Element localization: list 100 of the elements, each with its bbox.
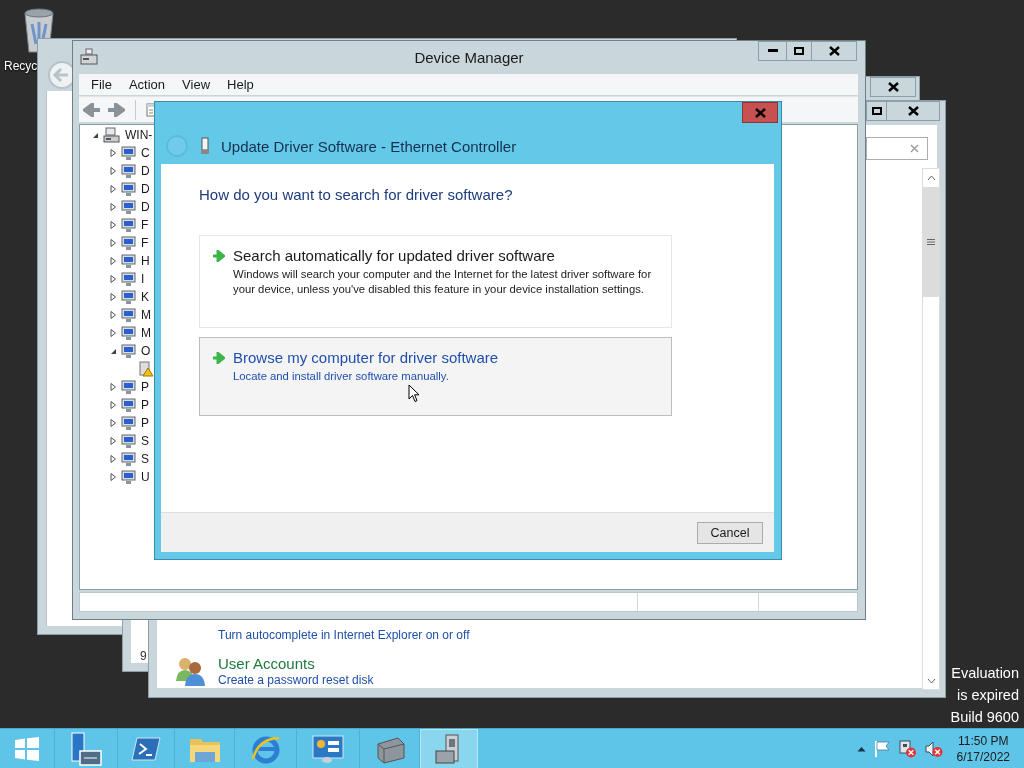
device-icon [121, 253, 136, 269]
tree-item[interactable]: F [141, 218, 149, 232]
link[interactable]: Create a password reset disk [218, 673, 470, 688]
device-icon [121, 325, 136, 341]
expand-arrow-icon[interactable] [108, 472, 118, 482]
minimize-icon [767, 49, 778, 53]
device-icon [121, 289, 136, 305]
link[interactable]: Turn autocomplete in Internet Explorer on or off [218, 628, 470, 643]
terminal-icon [131, 736, 161, 762]
expand-arrow-icon[interactable] [108, 454, 118, 464]
users-icon [174, 655, 206, 687]
menu-item[interactable]: File [85, 75, 118, 94]
computer-icon [103, 127, 120, 143]
scroll-down-icon[interactable] [926, 677, 936, 684]
expand-arrow-icon[interactable] [108, 418, 118, 428]
muted-speaker-icon[interactable] [924, 740, 943, 758]
control-panel-icon [312, 734, 344, 764]
computer-icon [80, 48, 98, 66]
tree-item[interactable]: H [141, 254, 150, 268]
option-title: Browse my computer for driver software [233, 348, 499, 368]
maximize-button[interactable] [786, 41, 812, 61]
close-icon [828, 46, 840, 56]
watermark-text: Evaluation [951, 664, 1019, 683]
tree-item[interactable]: P [141, 416, 149, 430]
tree-item[interactable]: S [141, 434, 149, 448]
expand-arrow-icon[interactable] [108, 202, 118, 212]
expand-arrow-icon[interactable] [108, 166, 118, 176]
tree-item[interactable]: P [141, 380, 149, 394]
scrollbar-thumb[interactable] [923, 187, 939, 297]
scroll-up-icon[interactable] [926, 174, 936, 181]
watermark-text: Build 9600 [950, 708, 1019, 727]
tree-item[interactable]: WIN- [125, 128, 153, 142]
expand-arrow-icon[interactable] [108, 238, 118, 248]
close-icon [887, 82, 899, 92]
menu-item[interactable]: Action [122, 75, 172, 94]
expand-arrow-icon[interactable] [108, 274, 118, 284]
option-description: Locate and install driver software manually. [233, 369, 449, 384]
expand-arrow-icon[interactable] [108, 148, 118, 158]
windows-logo-icon [14, 736, 40, 762]
maximize-icon [794, 47, 804, 55]
expand-arrow-icon[interactable] [108, 310, 118, 320]
tree-item[interactable]: C [141, 146, 150, 160]
clock-time[interactable]: 11:50 PM [958, 733, 1009, 749]
expand-arrow-icon[interactable] [108, 220, 118, 230]
forward-arrow-icon[interactable] [107, 102, 125, 117]
tree-item[interactable]: P [141, 398, 149, 412]
device-icon [121, 217, 136, 233]
tree-item[interactable]: S [141, 452, 149, 466]
clear-icon[interactable] [910, 144, 919, 153]
caret-up-icon[interactable] [856, 746, 866, 752]
maximize-button[interactable] [866, 101, 887, 121]
back-arrow-icon[interactable] [83, 102, 101, 117]
expand-arrow-icon[interactable] [108, 436, 118, 446]
close-button[interactable] [811, 41, 857, 61]
option-button[interactable]: Browse my computer for driver software Locate and install driver software manually. [199, 337, 672, 416]
close-icon [907, 106, 919, 116]
mouse-pointer-icon [408, 384, 420, 403]
device-icon [121, 163, 136, 179]
expand-arrow-icon[interactable] [108, 256, 118, 266]
window-title: Device Manager [414, 49, 524, 66]
network-error-icon[interactable] [898, 740, 917, 758]
tree-item[interactable]: M [141, 308, 151, 322]
device-icon [121, 469, 136, 485]
menu-item[interactable]: View [176, 75, 217, 94]
tree-item[interactable]: O [141, 344, 151, 358]
desktop-icon-label[interactable]: Recyc [4, 59, 38, 73]
category-link[interactable]: User Accounts [218, 655, 470, 673]
option-title: Search automatically for updated driver software [233, 246, 555, 266]
tree-item[interactable]: I [141, 272, 145, 286]
tree-item[interactable]: M [141, 326, 151, 340]
tree-item[interactable]: D [141, 164, 150, 178]
scrollbar[interactable] [922, 168, 940, 690]
device-icon [121, 397, 136, 413]
expand-arrow-icon[interactable] [108, 382, 118, 392]
minimize-button[interactable] [758, 41, 787, 61]
clock-date[interactable]: 6/17/2022 [956, 749, 1010, 765]
close-button[interactable] [886, 101, 940, 121]
server-toolbox-icon [69, 732, 103, 766]
expand-arrow-icon[interactable] [108, 400, 118, 410]
tree-item[interactable]: U [141, 470, 150, 484]
arrow-icon [212, 250, 225, 262]
option-button[interactable] [199, 235, 672, 328]
close-button[interactable] [870, 77, 916, 97]
dialog-title: Update Driver Software - Ethernet Controller [221, 137, 517, 155]
expand-arrow-icon[interactable] [108, 184, 118, 194]
cancel-button[interactable]: Cancel [697, 521, 763, 544]
tree-item[interactable]: F [141, 236, 149, 250]
device-icon [121, 235, 136, 251]
device-icon [121, 433, 136, 449]
tree-item[interactable]: D [141, 182, 150, 196]
tree-item[interactable]: K [141, 290, 149, 304]
grip-icon [927, 238, 935, 246]
device-icon [200, 137, 210, 155]
menu-item[interactable]: Help [221, 75, 260, 94]
expand-arrow-icon[interactable] [108, 328, 118, 338]
tree-item[interactable]: D [141, 200, 150, 214]
search-field[interactable] [866, 137, 928, 160]
expand-arrow-icon[interactable] [108, 292, 118, 302]
flag-icon[interactable] [873, 740, 891, 758]
arrow-icon [212, 352, 225, 364]
